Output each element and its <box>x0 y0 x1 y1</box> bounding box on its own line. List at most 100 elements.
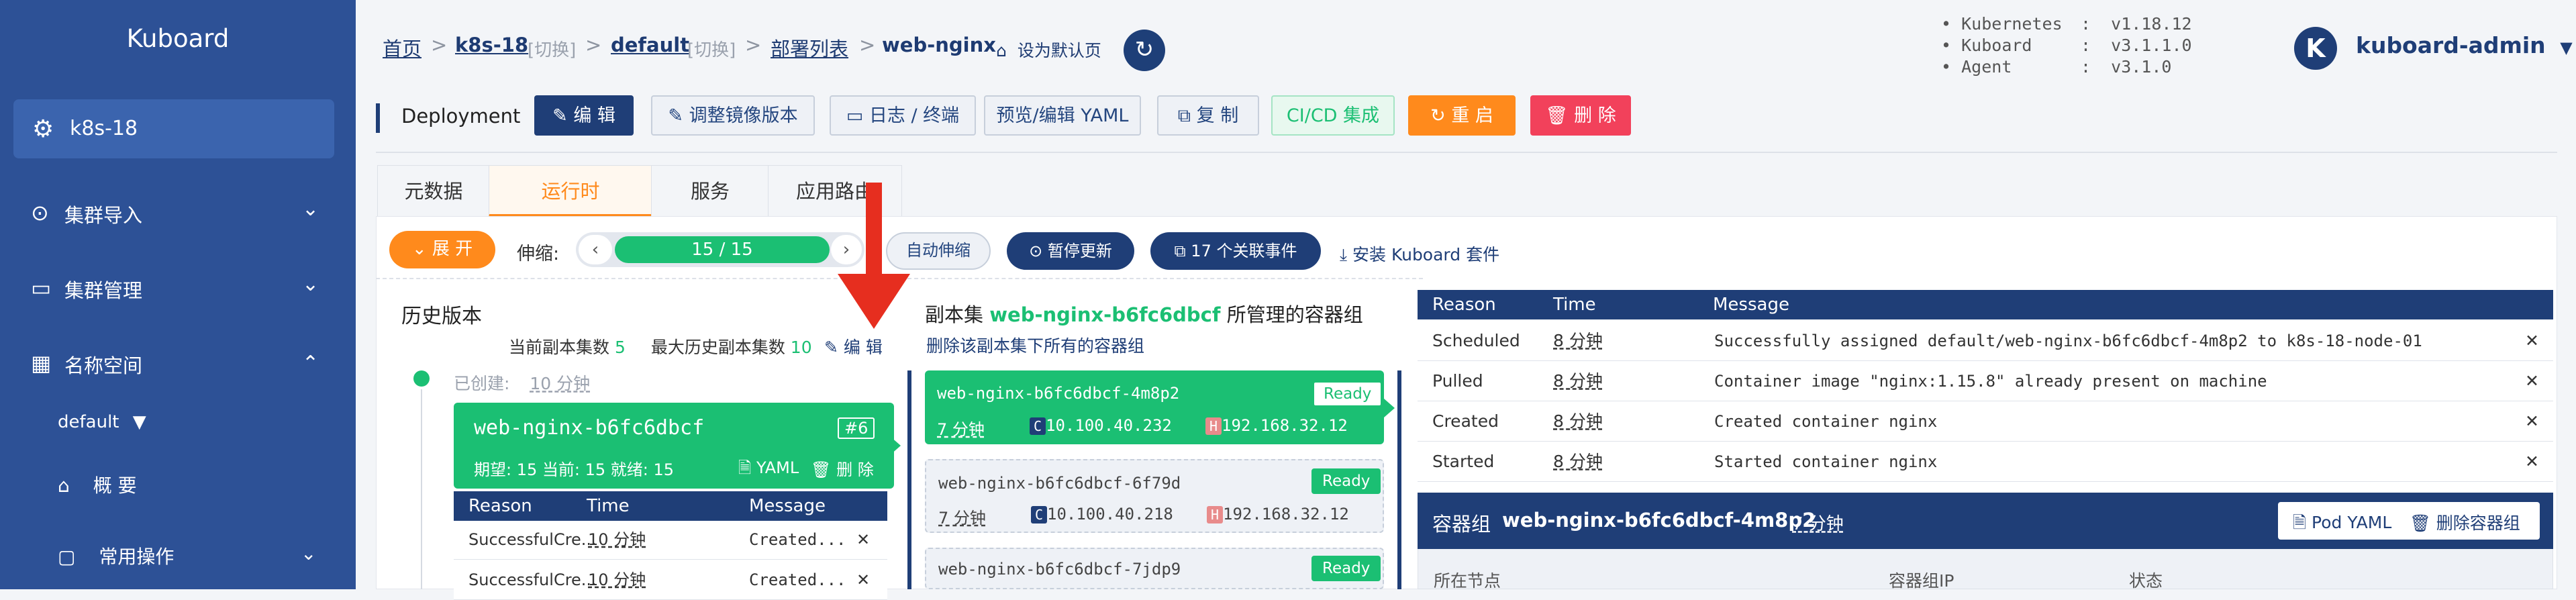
tab-metadata[interactable]: 元数据 <box>377 165 490 217</box>
external-link-icon: ⧉ <box>1174 242 1191 260</box>
close-icon[interactable]: ✕ <box>856 521 870 558</box>
sidebar-item-label: 集群导入 <box>64 204 143 227</box>
history-table-header: Reason Time Message <box>454 491 887 521</box>
current-cluster[interactable]: ⚙ k8s-18 <box>13 99 334 158</box>
breadcrumb-namespace[interactable]: default <box>611 34 689 56</box>
history-stats: 当前副本集数 5 最大历史副本集数 10 <box>509 338 812 357</box>
user-menu[interactable]: kuboard-admin ▼ <box>2356 32 2573 58</box>
table-row: Scheduled 8 分钟 Successfully assigned def… <box>1418 322 2553 361</box>
breadcrumb-cluster[interactable]: k8s-18 <box>455 34 528 56</box>
created-time: 已创建: 10 分钟 <box>454 374 591 393</box>
close-icon[interactable]: ✕ <box>2525 322 2539 360</box>
table-row: Created 8 分钟 Created container nginx ✕ <box>1418 403 2553 442</box>
restart-button[interactable]: ↻ 重 启 <box>1408 95 1516 136</box>
close-icon[interactable]: ✕ <box>2525 443 2539 481</box>
pod-card[interactable]: web-nginx-b6fc6dbcf-7jdp9 Ready <box>925 548 1384 589</box>
related-events-button[interactable]: ⧉ 17 个关联事件 <box>1150 232 1321 270</box>
preview-yaml-button[interactable]: 预览/编辑 YAML <box>984 95 1141 136</box>
sidebar-item-cluster-manage[interactable]: ▭ 集群管理 ⌄ <box>0 263 356 311</box>
sidebar-item-common-ops[interactable]: ▢ 常用操作 ⌄ <box>58 542 346 569</box>
delete-button[interactable]: 🗑 删 除 <box>1530 95 1631 136</box>
adjust-image-button[interactable]: ✎ 调整镜像版本 <box>651 95 815 136</box>
edit-button[interactable]: ✎ 编 辑 <box>534 95 634 136</box>
delete-pod-button[interactable]: 🗑 删除容器组 <box>2410 510 2520 534</box>
pod-detail-header: 容器组 web-nginx-b6fc6dbcf-4m8p2 7 分钟 🗎 Pod… <box>1418 493 2553 549</box>
refresh-button[interactable]: ↻ <box>1124 30 1165 71</box>
breadcrumb-current: web-nginx <box>882 34 996 56</box>
decrease-button[interactable]: ‹ <box>579 235 612 264</box>
version-info: • Kubernetes • Kuboard • Agent <box>1941 14 2063 77</box>
history-edit-link[interactable]: ✎ 编 辑 <box>824 334 883 358</box>
sidebar-item-cluster-import[interactable]: ⊙ 集群导入 ⌄ <box>0 188 356 236</box>
table-row: SuccessfulCre... 10 分钟 Created... ✕ <box>454 561 887 600</box>
host-ip-icon: H <box>1207 506 1223 523</box>
table-row: Started 8 分钟 Started container nginx ✕ <box>1418 443 2553 482</box>
breadcrumb-switch-namespace[interactable]: [切换] <box>687 36 736 61</box>
pause-update-button[interactable]: ⊙ 暂停更新 <box>1007 232 1134 270</box>
card-pointer <box>1384 399 1395 417</box>
cicd-button[interactable]: CI/CD 集成 <box>1271 95 1395 136</box>
replicaset-yaml-link[interactable]: 🗎 YAML <box>738 456 799 484</box>
replicaset-name: web-nginx-b6fc6dbcf <box>474 416 705 440</box>
sidebar: Kuboard ⚙ k8s-18 ⊙ 集群导入 ⌄ ▭ 集群管理 ⌄ ▦ 名称空… <box>0 0 356 589</box>
edit-icon: ✎ <box>552 105 574 126</box>
sidebar-item-label: 概 要 <box>93 474 137 497</box>
table-row: Pulled 8 分钟 Container image "nginx:1.15.… <box>1418 362 2553 401</box>
trash-icon: 🗑 <box>811 460 837 479</box>
namespace-selector[interactable]: default ▼ <box>58 412 146 432</box>
trash-icon: 🗑 <box>2410 513 2436 533</box>
copy-button[interactable]: ⧉ 复 制 <box>1157 95 1259 136</box>
tab-services[interactable]: 服务 <box>651 165 769 217</box>
close-icon[interactable]: ✕ <box>2525 403 2539 440</box>
folder-icon: ▢ <box>58 546 76 568</box>
pod-card[interactable]: web-nginx-b6fc6dbcf-6f79d Ready 7 分钟 C 10… <box>925 459 1384 533</box>
pause-icon: ⊙ <box>1029 242 1048 260</box>
breadcrumb-deploy-list[interactable]: 部署列表 <box>771 34 848 62</box>
sidebar-item-namespace[interactable]: ▦ 名称空间 ⌃ <box>0 338 356 387</box>
arrow-shaft <box>866 183 882 283</box>
autoscale-button[interactable]: 自动伸缩 <box>886 232 991 270</box>
replica-scaler[interactable]: ‹ 15 / 15 › <box>576 232 864 267</box>
home-icon: ⌂ <box>58 474 70 497</box>
cluster-name: k8s-18 <box>70 117 138 140</box>
grid-icon: ▦ <box>31 350 52 376</box>
field-pod-ip: 容器组IP <box>1889 571 1954 591</box>
link-icon: ⊙ <box>31 200 49 226</box>
server-icon: ▭ <box>31 275 52 301</box>
download-icon: ⤓ <box>1340 245 1352 264</box>
close-icon[interactable]: ✕ <box>856 561 870 599</box>
host-ip-icon: H <box>1205 417 1222 435</box>
breadcrumb-home[interactable]: 首页 <box>383 34 422 62</box>
namespace-name: default <box>58 412 119 432</box>
set-default-page[interactable]: ⌂ 设为默认页 <box>996 38 1101 62</box>
history-title: 历史版本 <box>401 305 482 328</box>
sidebar-item-overview[interactable]: ⌂ 概 要 <box>58 471 137 498</box>
replicaset-card[interactable]: web-nginx-b6fc6dbcf #6 期望: 15 当前: 15 就绪:… <box>454 403 894 489</box>
close-icon[interactable]: ✕ <box>2525 362 2539 400</box>
breadcrumb-switch-cluster[interactable]: [切换] <box>528 36 576 61</box>
pod-yaml-button[interactable]: 🗎 Pod YAML <box>2293 510 2391 539</box>
gear-icon: ⚙ <box>32 115 54 143</box>
tab-runtime[interactable]: 运行时 <box>489 165 652 217</box>
events-table-header: Reason Time Message <box>1418 290 2553 319</box>
container-ip-icon: C <box>1031 506 1047 523</box>
ready-badge: Ready <box>1311 468 1381 494</box>
sidebar-item-label: 名称空间 <box>64 354 143 377</box>
delete-all-pods-link[interactable]: 删除该副本集下所有的容器组 <box>926 333 1144 357</box>
increase-button[interactable]: › <box>831 235 862 264</box>
chevron-down-icon: ⌄ <box>301 542 317 564</box>
logs-terminal-button[interactable]: ▭ 日志 / 终端 <box>830 95 976 136</box>
install-kuboard-link[interactable]: ⤓ 安装 Kuboard 套件 <box>1340 242 1499 266</box>
caret-down-icon: ▼ <box>2560 38 2573 57</box>
avatar[interactable]: K <box>2294 27 2337 70</box>
replica-stats: 期望: 15 当前: 15 就绪: 15 <box>474 460 675 479</box>
expand-button[interactable]: ⌄ 展 开 <box>389 231 495 268</box>
timeline-line <box>421 389 422 589</box>
monitor-icon: ▭ <box>846 105 869 126</box>
replicaset-delete-link[interactable]: 🗑 删 除 <box>811 456 874 480</box>
chevron-down-icon: ⌄ <box>302 272 319 296</box>
copy-icon: ⧉ <box>1177 105 1197 126</box>
pod-card[interactable]: web-nginx-b6fc6dbcf-4m8p2 Ready 7 分钟 C 10… <box>925 370 1384 444</box>
tab-ingress[interactable]: 应用路由 <box>768 165 902 217</box>
chevron-up-icon: ⌃ <box>302 352 319 375</box>
